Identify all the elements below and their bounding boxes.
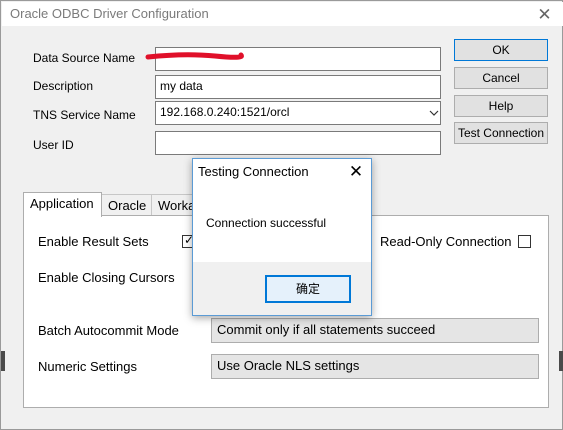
title-bar: Oracle ODBC Driver Configuration ✕	[2, 2, 563, 26]
tns-service-name-label: TNS Service Name	[33, 108, 136, 122]
cancel-button[interactable]: Cancel	[454, 67, 548, 89]
dialog-ok-button[interactable]: 确定	[265, 275, 351, 303]
dialog-message: Connection successful	[206, 216, 327, 230]
background-strip-left	[1, 351, 5, 371]
numeric-settings-dropdown[interactable]: Use Oracle NLS settings	[211, 354, 539, 379]
help-button[interactable]: Help	[454, 95, 548, 117]
test-connection-button[interactable]: Test Connection	[454, 122, 548, 144]
numeric-settings-label: Numeric Settings	[38, 359, 137, 374]
close-icon[interactable]: ✕	[525, 3, 563, 27]
read-only-connection-checkbox[interactable]	[518, 235, 531, 248]
redaction-scribble	[145, 52, 244, 60]
data-source-name-label: Data Source Name	[33, 51, 136, 65]
background-strip-right	[559, 351, 563, 371]
window-title: Oracle ODBC Driver Configuration	[10, 6, 209, 21]
user-id-field[interactable]	[155, 131, 441, 155]
dialog-content: Testing Connection ✕ Connection successf…	[193, 159, 371, 262]
chevron-down-icon[interactable]	[429, 109, 439, 117]
testing-connection-dialog: Testing Connection ✕ Connection successf…	[192, 158, 372, 316]
dialog-title: Testing Connection	[198, 164, 309, 179]
enable-result-sets-label: Enable Result Sets	[38, 234, 149, 249]
tab-oracle[interactable]: Oracle	[101, 194, 152, 216]
tab-application[interactable]: Application	[23, 192, 102, 217]
enable-closing-cursors-label: Enable Closing Cursors	[38, 270, 175, 285]
ok-button[interactable]: OK	[454, 39, 548, 61]
description-label: Description	[33, 79, 94, 93]
read-only-connection-label: Read-Only Connection	[380, 234, 512, 249]
tns-service-name-dropdown[interactable]: 192.168.0.240:1521/orcl	[155, 101, 441, 125]
user-id-label: User ID	[33, 138, 74, 152]
batch-autocommit-mode-dropdown[interactable]: Commit only if all statements succeed	[211, 318, 539, 343]
batch-autocommit-mode-label: Batch Autocommit Mode	[38, 323, 179, 338]
tns-service-name-value: 192.168.0.240:1521/orcl	[160, 105, 290, 119]
close-icon[interactable]: ✕	[343, 161, 369, 183]
description-field[interactable]: my data	[155, 75, 441, 99]
